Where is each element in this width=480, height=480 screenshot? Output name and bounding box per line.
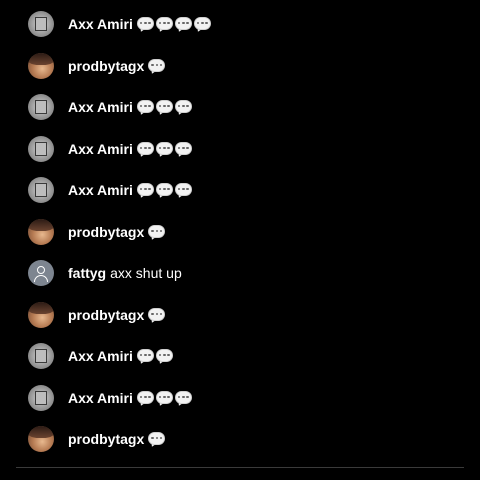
chat-message: Axx Amiri [28, 384, 464, 412]
speech-bubble-icon [174, 391, 192, 408]
avatar[interactable] [28, 94, 54, 120]
speech-bubble-icon [174, 183, 192, 200]
chat-message: Axx Amiri [28, 10, 464, 38]
live-chat-feed: Axx Amiri prodbytagx Axx Amiri Axx Amiri [0, 0, 480, 480]
chat-message: Axx Amiri [28, 342, 464, 370]
speech-bubbles [136, 17, 213, 34]
username[interactable]: prodbytagx [68, 57, 144, 75]
avatar[interactable] [28, 343, 54, 369]
speech-bubbles [148, 225, 167, 242]
chat-message: prodbytagx [28, 301, 464, 329]
avatar[interactable] [28, 136, 54, 162]
speech-bubble-icon [136, 349, 154, 366]
message-line: prodbytagx [68, 306, 167, 325]
speech-bubble-icon [174, 17, 192, 34]
username[interactable]: prodbytagx [68, 306, 144, 324]
message-text: axx shut up [110, 265, 182, 281]
speech-bubble-icon [136, 100, 154, 117]
speech-bubbles [136, 100, 194, 117]
speech-bubble-icon [148, 308, 166, 325]
profile-photo-icon [28, 53, 54, 65]
speech-bubble-icon [193, 17, 211, 34]
username[interactable]: Axx Amiri [68, 98, 133, 116]
user-shoulders-icon [34, 275, 48, 282]
speech-bubbles [148, 432, 167, 449]
photo-frame-icon [35, 17, 47, 31]
profile-photo-icon [28, 219, 54, 231]
speech-bubble-icon [155, 183, 173, 200]
speech-bubbles [136, 349, 175, 366]
chat-message: fattyg axx shut up [28, 259, 464, 287]
chat-message: Axx Amiri [28, 135, 464, 163]
message-line: Axx Amiri [68, 15, 213, 34]
speech-bubble-icon [155, 142, 173, 159]
username[interactable]: Axx Amiri [68, 347, 133, 365]
chat-message: Axx Amiri [28, 93, 464, 121]
username[interactable]: Axx Amiri [68, 389, 133, 407]
message-line: Axx Amiri [68, 181, 194, 200]
user-icon [37, 266, 45, 274]
speech-bubble-icon [155, 349, 173, 366]
speech-bubble-icon [136, 391, 154, 408]
speech-bubbles [148, 308, 167, 325]
username[interactable]: Axx Amiri [68, 140, 133, 158]
chat-message: prodbytagx [28, 52, 464, 80]
chat-message: prodbytagx [28, 425, 464, 453]
photo-frame-icon [35, 100, 47, 114]
divider [16, 467, 464, 468]
speech-bubble-icon [174, 142, 192, 159]
message-line: Axx Amiri [68, 389, 194, 408]
username[interactable]: Axx Amiri [68, 15, 133, 33]
message-line: Axx Amiri [68, 140, 194, 159]
photo-frame-icon [35, 391, 47, 405]
speech-bubble-icon [136, 183, 154, 200]
speech-bubble-icon [155, 100, 173, 117]
speech-bubble-icon [148, 225, 166, 242]
avatar[interactable] [28, 426, 54, 452]
avatar[interactable] [28, 260, 54, 286]
avatar[interactable] [28, 385, 54, 411]
avatar[interactable] [28, 302, 54, 328]
avatar[interactable] [28, 11, 54, 37]
speech-bubble-icon [155, 17, 173, 34]
photo-frame-icon [35, 142, 47, 156]
photo-frame-icon [35, 349, 47, 363]
speech-bubbles [136, 391, 194, 408]
speech-bubbles [148, 59, 167, 76]
message-line: prodbytagx [68, 223, 167, 242]
profile-photo-icon [28, 302, 54, 314]
message-line: Axx Amiri [68, 347, 175, 366]
speech-bubbles [136, 183, 194, 200]
speech-bubble-icon [155, 391, 173, 408]
avatar[interactable] [28, 177, 54, 203]
speech-bubble-icon [136, 142, 154, 159]
speech-bubbles [136, 142, 194, 159]
avatar[interactable] [28, 53, 54, 79]
username[interactable]: Axx Amiri [68, 181, 133, 199]
speech-bubble-icon [174, 100, 192, 117]
profile-photo-icon [28, 426, 54, 438]
message-line: Axx Amiri [68, 98, 194, 117]
username[interactable]: prodbytagx [68, 430, 144, 448]
username[interactable]: fattyg [68, 264, 106, 282]
speech-bubble-icon [148, 432, 166, 449]
message-line: prodbytagx [68, 430, 167, 449]
message-line: fattyg axx shut up [68, 264, 182, 282]
message-line: prodbytagx [68, 57, 167, 76]
chat-message: prodbytagx [28, 218, 464, 246]
username[interactable]: prodbytagx [68, 223, 144, 241]
speech-bubble-icon [136, 17, 154, 34]
avatar[interactable] [28, 219, 54, 245]
photo-frame-icon [35, 183, 47, 197]
speech-bubble-icon [148, 59, 166, 76]
chat-message: Axx Amiri [28, 176, 464, 204]
